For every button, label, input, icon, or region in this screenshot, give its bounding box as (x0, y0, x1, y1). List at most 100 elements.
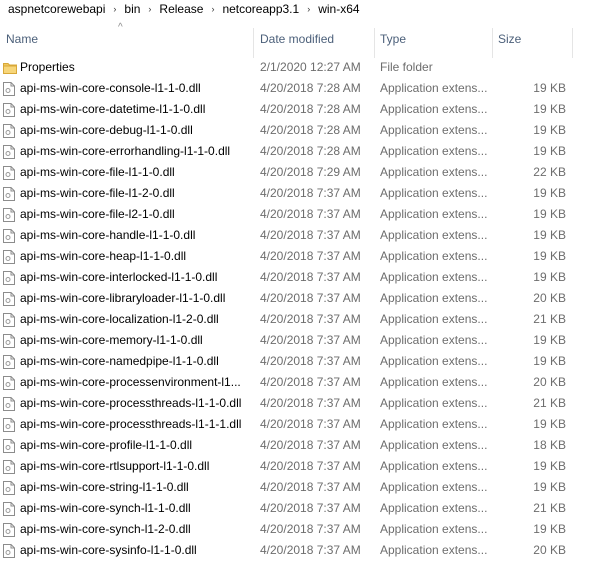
chevron-right-icon[interactable]: › (142, 4, 157, 14)
breadcrumb-item[interactable]: netcoreapp3.1 (220, 2, 301, 16)
file-name: api-ms-win-core-heap-l1-1-0.dll (20, 249, 187, 263)
file-size: 19 KB (533, 522, 566, 536)
file-date: 4/20/2018 7:37 AM (260, 501, 361, 515)
scrollbar-thumb[interactable] (582, 60, 594, 360)
column-header-name[interactable]: Name (0, 20, 254, 58)
file-name: api-ms-win-core-string-l1-1-0.dll (20, 480, 189, 494)
file-icon (3, 162, 17, 183)
table-row[interactable]: api-ms-win-core-processthreads-l1-1-0.dl… (0, 393, 576, 414)
breadcrumb-item[interactable]: aspnetcorewebapi (0, 2, 107, 16)
table-row[interactable]: api-ms-win-core-file-l1-2-0.dll 4/20/2018… (0, 183, 576, 204)
file-size: 21 KB (533, 501, 566, 515)
table-row[interactable]: api-ms-win-core-errorhandling-l1-1-0.dll… (0, 141, 576, 162)
file-icon (3, 456, 17, 477)
file-date: 4/20/2018 7:29 AM (260, 165, 361, 179)
file-type: Application extens... (380, 207, 488, 221)
file-icon (3, 99, 17, 120)
table-row[interactable]: api-ms-win-core-profile-l1-1-0.dll 4/20/2… (0, 435, 576, 456)
file-name: api-ms-win-core-sysinfo-l1-1-0.dll (20, 543, 197, 557)
chevron-right-icon[interactable]: › (107, 4, 122, 14)
file-date: 4/20/2018 7:37 AM (260, 480, 361, 494)
table-row[interactable]: api-ms-win-core-debug-l1-1-0.dll 4/20/201… (0, 120, 576, 141)
table-row[interactable]: api-ms-win-core-file-l2-1-0.dll 4/20/2018… (0, 204, 576, 225)
file-date: 4/20/2018 7:37 AM (260, 249, 361, 263)
file-type: File folder (380, 60, 433, 74)
file-type: Application extens... (380, 228, 488, 242)
file-name: api-ms-win-core-file-l1-2-0.dll (20, 186, 175, 200)
file-date: 4/20/2018 7:37 AM (260, 333, 361, 347)
breadcrumb-item[interactable]: win-x64 (316, 2, 361, 16)
file-icon (3, 372, 17, 393)
table-row[interactable]: api-ms-win-core-synch-l1-1-0.dll 4/20/201… (0, 498, 576, 519)
file-name: api-ms-win-core-interlocked-l1-1-0.dll (20, 270, 218, 284)
column-header-date[interactable]: Date modified (254, 20, 374, 58)
file-type: Application extens... (380, 249, 488, 263)
chevron-right-icon[interactable]: › (301, 4, 316, 14)
table-row[interactable]: api-ms-win-core-processenvironment-l1...… (0, 372, 576, 393)
file-icon (3, 246, 17, 267)
table-row[interactable]: api-ms-win-core-datetime-l1-1-0.dll 4/20/… (0, 99, 576, 120)
file-type: Application extens... (380, 123, 488, 137)
table-row[interactable]: api-ms-win-core-rtlsupport-l1-1-0.dll 4/2… (0, 456, 576, 477)
file-date: 4/20/2018 7:28 AM (260, 123, 361, 137)
file-type: Application extens... (380, 375, 488, 389)
file-type: Application extens... (380, 270, 488, 284)
breadcrumb-item[interactable]: Release (157, 2, 205, 16)
file-size: 20 KB (533, 291, 566, 305)
table-row[interactable]: api-ms-win-core-libraryloader-l1-1-0.dll… (0, 288, 576, 309)
table-row[interactable]: api-ms-win-core-handle-l1-1-0.dll 4/20/20… (0, 225, 576, 246)
file-name: api-ms-win-core-processthreads-l1-1-1.dl… (20, 417, 242, 431)
file-date: 4/20/2018 7:37 AM (260, 417, 361, 431)
chevron-right-icon[interactable]: › (205, 4, 220, 14)
file-date: 4/20/2018 7:37 AM (260, 228, 361, 242)
file-icon (3, 141, 17, 162)
table-row[interactable]: api-ms-win-core-interlocked-l1-1-0.dll 4/… (0, 267, 576, 288)
column-header-date-label: Date modified (260, 32, 335, 46)
file-size: 21 KB (533, 312, 566, 326)
table-row[interactable]: Properties 2/1/2020 12:27 AM File folder (0, 57, 576, 78)
file-name: Properties (20, 60, 75, 74)
file-name: api-ms-win-core-debug-l1-1-0.dll (20, 123, 193, 137)
column-header-size[interactable]: Size (492, 20, 572, 58)
table-row[interactable]: api-ms-win-core-synch-l1-2-0.dll 4/20/201… (0, 519, 576, 540)
table-row[interactable]: api-ms-win-core-namedpipe-l1-1-0.dll 4/20… (0, 351, 576, 372)
table-row[interactable]: api-ms-win-core-file-l1-1-0.dll 4/20/2018… (0, 162, 576, 183)
column-header-type[interactable]: Type (374, 20, 492, 58)
table-row[interactable]: api-ms-win-core-sysinfo-l1-1-0.dll 4/20/2… (0, 540, 576, 561)
file-name: api-ms-win-core-synch-l1-2-0.dll (20, 522, 191, 536)
file-icon (3, 435, 17, 456)
file-icon (3, 225, 17, 246)
file-size: 19 KB (533, 459, 566, 473)
file-name: api-ms-win-core-file-l2-1-0.dll (20, 207, 175, 221)
file-type: Application extens... (380, 144, 488, 158)
table-row[interactable]: api-ms-win-core-heap-l1-1-0.dll 4/20/2018… (0, 246, 576, 267)
file-icon (3, 477, 17, 498)
column-header: ^ Name Date modified Type Size (0, 20, 576, 58)
file-type: Application extens... (380, 291, 488, 305)
column-header-type-label: Type (380, 32, 407, 46)
file-icon (3, 267, 17, 288)
file-size: 19 KB (533, 81, 566, 95)
table-row[interactable]: api-ms-win-core-localization-l1-2-0.dll 4… (0, 309, 576, 330)
file-icon (3, 414, 17, 435)
file-icon (3, 393, 17, 414)
table-row[interactable]: api-ms-win-core-string-l1-1-0.dll 4/20/20… (0, 477, 576, 498)
breadcrumb-item[interactable]: bin (122, 2, 142, 16)
file-name: api-ms-win-core-localization-l1-2-0.dll (20, 312, 219, 326)
file-size: 19 KB (533, 144, 566, 158)
vertical-scrollbar[interactable] (576, 20, 601, 568)
file-type: Application extens... (380, 102, 488, 116)
file-size: 19 KB (533, 249, 566, 263)
file-type: Application extens... (380, 522, 488, 536)
file-size: 19 KB (533, 480, 566, 494)
table-row[interactable]: api-ms-win-core-console-l1-1-0.dll 4/20/2… (0, 78, 576, 99)
table-row[interactable]: api-ms-win-core-memory-l1-1-0.dll 4/20/20… (0, 330, 576, 351)
file-icon (3, 120, 17, 141)
file-size: 19 KB (533, 333, 566, 347)
file-size: 22 KB (533, 165, 566, 179)
file-size: 19 KB (533, 186, 566, 200)
column-divider[interactable] (572, 28, 573, 58)
file-icon (3, 540, 17, 561)
table-row[interactable]: api-ms-win-core-processthreads-l1-1-1.dl… (0, 414, 576, 435)
file-name: api-ms-win-core-libraryloader-l1-1-0.dll (20, 291, 226, 305)
